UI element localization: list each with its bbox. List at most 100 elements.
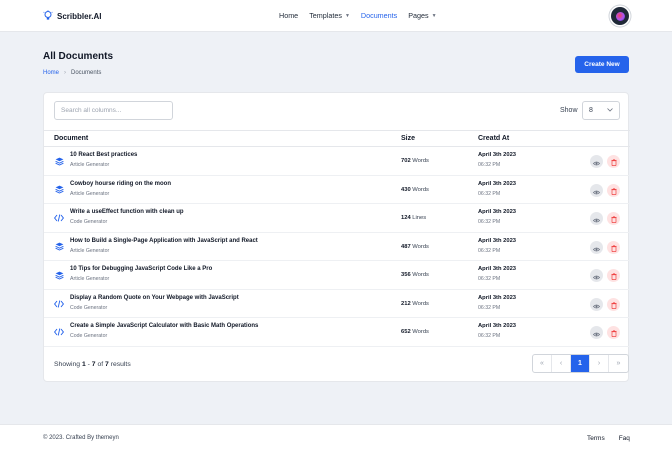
delete-button[interactable] bbox=[607, 155, 620, 168]
show-label: Show bbox=[560, 107, 578, 114]
trash-icon bbox=[610, 325, 617, 340]
delete-button[interactable] bbox=[607, 326, 620, 339]
created-date: April 3th 2023 bbox=[478, 266, 517, 272]
user-avatar[interactable] bbox=[611, 7, 629, 25]
view-button[interactable] bbox=[590, 269, 603, 282]
document-size: 124 Lines bbox=[401, 215, 426, 221]
document-type: Code Generator bbox=[70, 219, 108, 225]
trash-icon bbox=[610, 268, 617, 283]
view-button[interactable] bbox=[590, 326, 603, 339]
summary-dash: - bbox=[87, 361, 90, 368]
document-title[interactable]: 10 React Best practices bbox=[70, 152, 137, 158]
document-title[interactable]: Display a Random Quote on Your Webpage w… bbox=[70, 295, 239, 301]
chevron-right-icon: › bbox=[64, 70, 67, 76]
created-time: 06:32 PM bbox=[478, 190, 501, 197]
prev-page-button[interactable]: ‹ bbox=[552, 355, 571, 372]
document-title[interactable]: Write a useEffect function with clean up bbox=[70, 209, 184, 215]
size-value: 652 bbox=[401, 329, 411, 335]
size-value: 702 bbox=[401, 158, 411, 164]
nav-item-documents[interactable]: Documents bbox=[361, 11, 397, 20]
footer-link-faq[interactable]: Faq bbox=[619, 435, 630, 442]
view-button[interactable] bbox=[590, 155, 603, 168]
delete-button[interactable] bbox=[607, 269, 620, 282]
breadcrumb-home-link[interactable]: Home bbox=[43, 70, 59, 76]
document-size: 652 Words bbox=[401, 329, 429, 335]
page-size-select[interactable]: 8 bbox=[582, 101, 620, 120]
table-row[interactable]: Cowboy hourse riding on the moon Article … bbox=[44, 176, 630, 204]
nav-label: Home bbox=[279, 11, 299, 20]
code-icon bbox=[54, 327, 64, 337]
trash-icon bbox=[610, 211, 617, 226]
code-icon bbox=[54, 213, 64, 223]
summary-suffix: results bbox=[110, 361, 131, 368]
size-unit: Words bbox=[412, 300, 429, 307]
document-type: Article Generator bbox=[70, 276, 110, 282]
table-row[interactable]: 10 Tips for Debugging JavaScript Code Li… bbox=[44, 261, 630, 290]
view-button[interactable] bbox=[590, 212, 603, 225]
breadcrumb-current: Documents bbox=[71, 70, 102, 76]
nav-label: Pages bbox=[408, 11, 429, 20]
page-button-current[interactable]: 1 bbox=[571, 355, 590, 372]
table-header: Document Size Creatd At bbox=[44, 130, 630, 147]
table-row[interactable]: Create a Simple JavaScript Calculator wi… bbox=[44, 318, 630, 347]
size-unit: Words bbox=[412, 243, 429, 250]
size-value: 212 bbox=[401, 300, 411, 307]
view-button[interactable] bbox=[590, 297, 603, 311]
table-body: 10 React Best practices Article Generator… bbox=[44, 147, 630, 347]
next-page-button[interactable]: › bbox=[590, 355, 609, 372]
view-button[interactable] bbox=[590, 240, 603, 254]
article-icon bbox=[54, 270, 64, 280]
size-unit: Words bbox=[412, 272, 429, 278]
chevron-down-icon: ▼ bbox=[344, 12, 350, 19]
table-row[interactable]: 10 React Best practices Article Generator… bbox=[44, 147, 630, 176]
view-button[interactable] bbox=[590, 183, 603, 197]
document-size: 356 Words bbox=[401, 272, 429, 278]
chevron-down-icon bbox=[607, 107, 613, 114]
nav-item-templates[interactable]: Templates ▼ bbox=[309, 11, 350, 20]
created-time: 06:32 PM bbox=[478, 247, 501, 254]
delete-button[interactable] bbox=[607, 183, 620, 198]
created-time: 06:32 PM bbox=[478, 162, 501, 168]
created-date: April 3th 2023 bbox=[478, 152, 517, 158]
document-title[interactable]: How to Build a Single-Page Application w… bbox=[70, 238, 258, 244]
first-page-button[interactable]: « bbox=[533, 355, 552, 372]
nav-item-home[interactable]: Home bbox=[279, 11, 298, 20]
delete-button[interactable] bbox=[607, 212, 620, 225]
results-summary: Showing 1 - 7 of 7 results bbox=[54, 361, 131, 368]
brand-name: Scribbler.AI bbox=[57, 11, 102, 21]
created-date: April 3th 2023 bbox=[478, 209, 517, 215]
nav-item-pages[interactable]: Pages ▼ bbox=[408, 11, 436, 20]
search-input[interactable] bbox=[54, 101, 173, 120]
table-row[interactable]: Write a useEffect function with clean up… bbox=[44, 204, 630, 233]
summary-total: 7 bbox=[105, 361, 109, 368]
size-unit: Words bbox=[412, 329, 429, 335]
delete-button[interactable] bbox=[607, 297, 620, 311]
trash-icon bbox=[610, 240, 617, 255]
column-header-document: Document bbox=[54, 135, 89, 142]
document-title[interactable]: 10 Tips for Debugging JavaScript Code Li… bbox=[70, 266, 212, 272]
table-row[interactable]: Display a Random Quote on Your Webpage w… bbox=[44, 290, 630, 318]
created-date: April 3th 2023 bbox=[478, 180, 517, 187]
eye-icon bbox=[592, 211, 601, 226]
size-value: 124 bbox=[401, 215, 411, 221]
summary-of: of bbox=[97, 361, 104, 368]
article-icon bbox=[54, 242, 64, 252]
delete-button[interactable] bbox=[607, 240, 620, 255]
document-type: Article Generator bbox=[70, 247, 110, 254]
page-size-value: 8 bbox=[589, 107, 593, 114]
created-time: 06:32 PM bbox=[478, 304, 501, 311]
trash-icon bbox=[610, 183, 617, 198]
footer-link-terms[interactable]: Terms bbox=[587, 435, 605, 442]
summary-prefix: Showing bbox=[54, 361, 81, 368]
table-row[interactable]: How to Build a Single-Page Application w… bbox=[44, 233, 630, 261]
size-value: 430 bbox=[401, 186, 411, 193]
create-new-button[interactable]: Create New bbox=[575, 56, 629, 73]
lightbulb-icon bbox=[43, 9, 53, 23]
document-title[interactable]: Cowboy hourse riding on the moon bbox=[70, 181, 171, 187]
brand-logo[interactable]: Scribbler.AI bbox=[43, 9, 102, 23]
document-title[interactable]: Create a Simple JavaScript Calculator wi… bbox=[70, 323, 258, 329]
last-page-button[interactable]: » bbox=[609, 355, 628, 372]
document-size: 487 Words bbox=[401, 244, 429, 250]
document-type: Code Generator bbox=[70, 333, 108, 339]
eye-icon bbox=[592, 268, 601, 283]
